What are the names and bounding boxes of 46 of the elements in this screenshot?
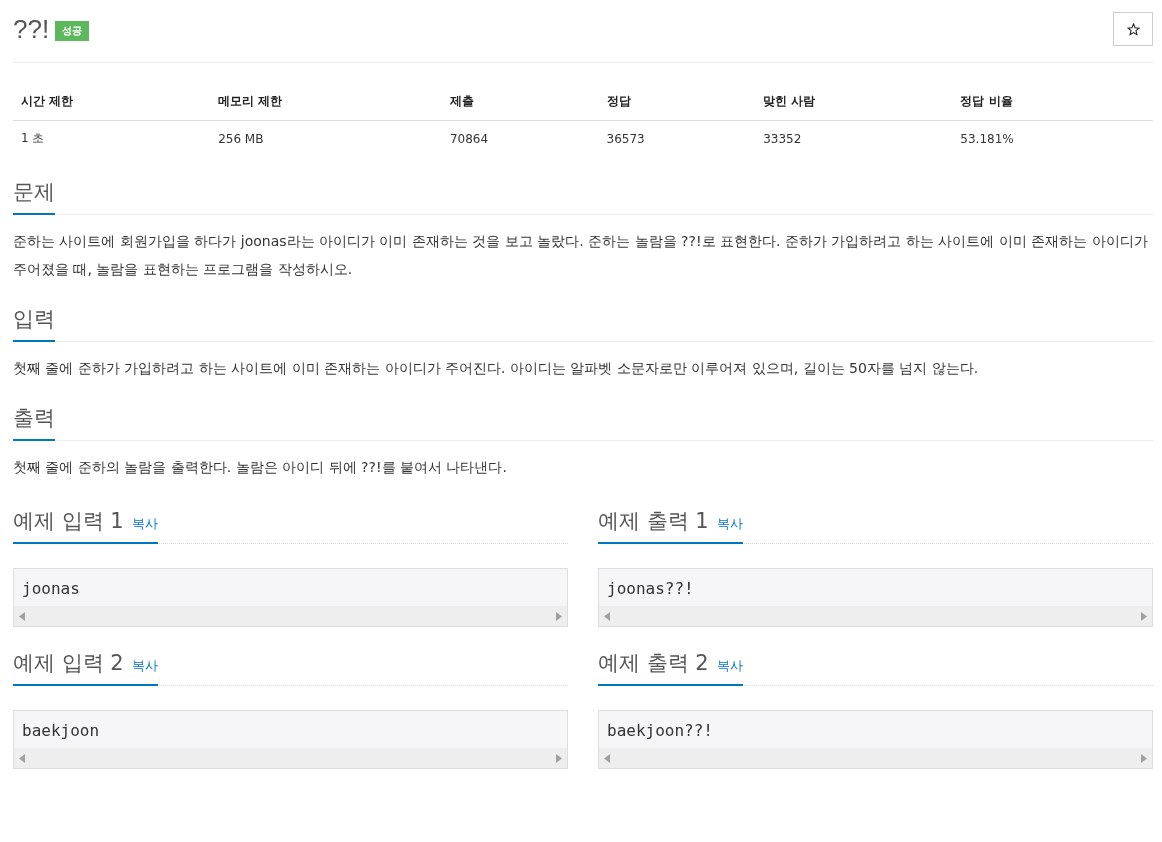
copy-link[interactable]: 복사 [131,657,158,675]
star-icon [1126,22,1140,36]
horizontal-scrollbar[interactable] [599,606,1152,626]
copy-link[interactable]: 복사 [131,515,158,533]
problem-title: ??! [13,13,50,45]
section-text: 준하는 사이트에 회원가입을 하다가 joonas라는 아이디가 이미 존재하는 것을 보고 놀랐다. 준하는 놀람을 ??!로 표현한다. 준하가 가입하려고 하는 사이트에 이미 존재하는 아이디가 주어졌을 때, 놀람을 표현하는 프로그램을 작성하시오. [13,232,1149,279]
scroll-left-arrow-icon[interactable] [604,753,610,763]
sample-heading: 예제 출력 1 [598,508,709,535]
sample-code: baekjoon [21,720,101,742]
scroll-left-arrow-icon[interactable] [19,753,25,763]
column-header: 메모리 제한 [210,83,442,121]
scroll-right-arrow-icon[interactable] [556,611,562,621]
sample-heading: 예제 입력 2 [13,650,124,677]
section-heading: 출력 [13,404,55,441]
column-header: 제출 [441,83,599,121]
section-text: 첫째 줄에 준하가 가입하려고 하는 사이트에 이미 존재하는 아이디가 주어진다. 아이디는 알파벳 소문자로만 이루어져 있으며, 길이는 50자를 넘지 않는다. [13,359,980,378]
sample-code: joonas [21,578,81,600]
table-cell: 36573 [598,120,756,156]
table-cell: 256 MB [210,120,442,156]
favorite-button[interactable] [1113,12,1153,46]
status-badge: 성공 [55,21,90,41]
table-cell: 53.181% [952,120,1153,156]
scroll-right-arrow-icon[interactable] [556,753,562,763]
section-heading: 입력 [13,305,55,342]
scroll-right-arrow-icon[interactable] [1141,753,1147,763]
section-heading: 문제 [13,178,55,215]
sample-code: baekjoon??! [606,720,714,742]
sample-heading: 예제 입력 1 [13,508,124,535]
horizontal-scrollbar[interactable] [14,606,567,626]
table-cell: 70864 [441,120,599,156]
column-header: 정답 [598,83,756,121]
sample-code: joonas??! [606,578,695,600]
horizontal-scrollbar[interactable] [599,748,1152,768]
column-header: 시간 제한 [13,83,211,121]
copy-link[interactable]: 복사 [716,657,743,675]
column-header: 맞힌 사람 [755,83,953,121]
table-cell: 33352 [755,120,953,156]
column-header: 정답 비율 [952,83,1153,121]
horizontal-scrollbar[interactable] [14,748,567,768]
scroll-left-arrow-icon[interactable] [604,611,610,621]
copy-link[interactable]: 복사 [716,515,743,533]
scroll-right-arrow-icon[interactable] [1141,611,1147,621]
section-text: 첫째 줄에 준하의 놀람을 출력한다. 놀람은 아이디 뒤에 ??!를 붙여서 나타낸다. [13,458,508,477]
table-cell: 1 초 [13,120,211,156]
scroll-left-arrow-icon[interactable] [19,611,25,621]
sample-heading: 예제 출력 2 [598,650,709,677]
